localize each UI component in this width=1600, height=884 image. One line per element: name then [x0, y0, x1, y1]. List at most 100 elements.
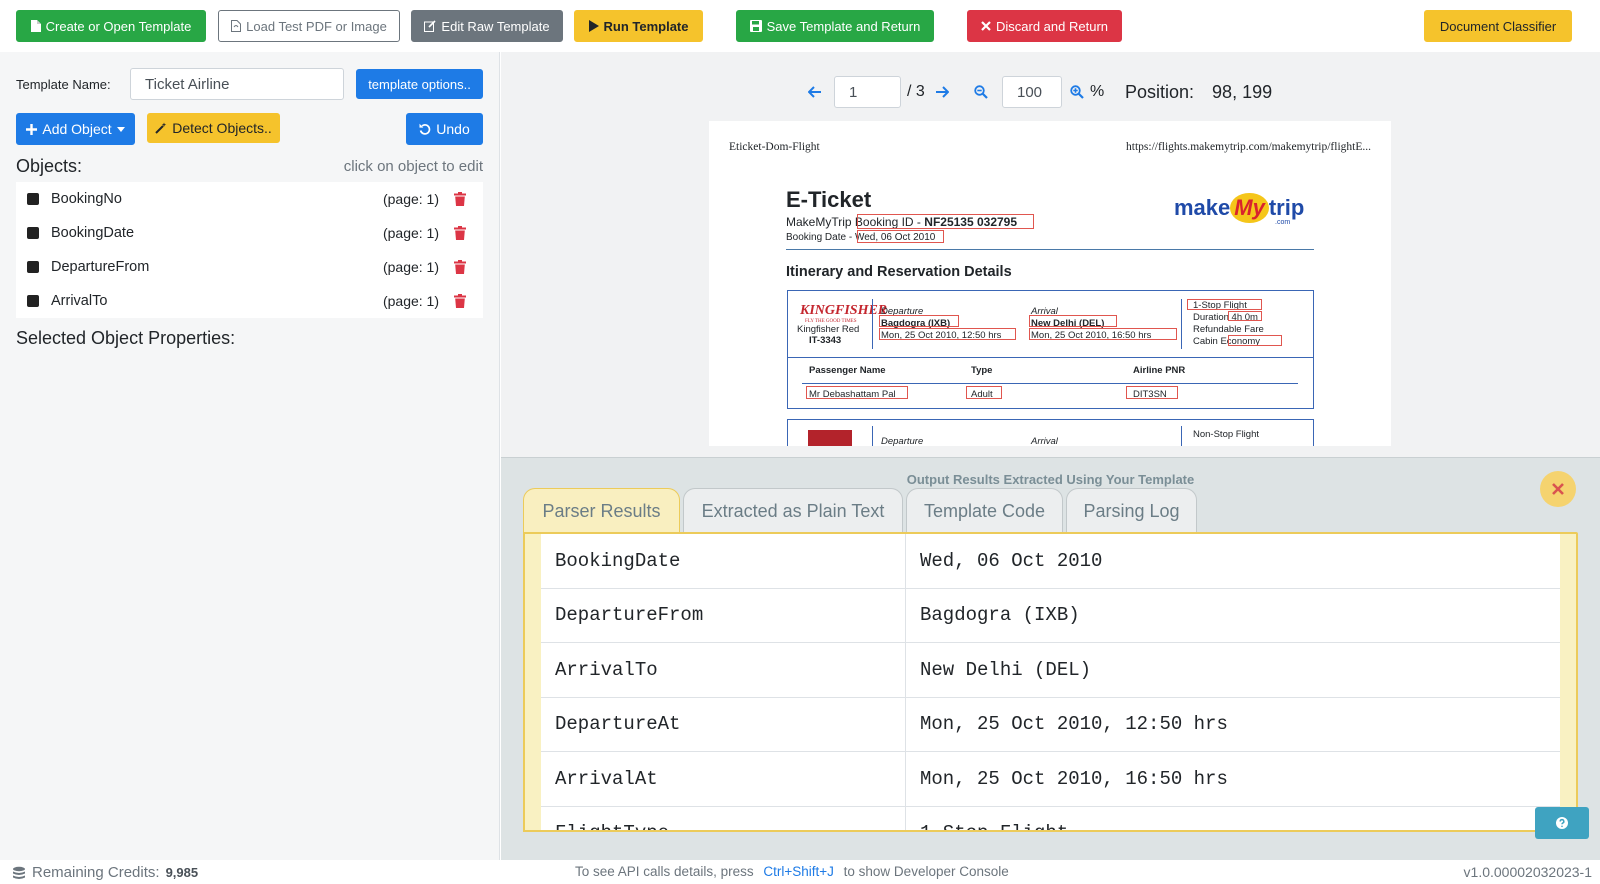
position-value: 98, 199	[1212, 81, 1273, 102]
detect-objects-label: Detect Objects..	[172, 120, 272, 136]
logo-make: make	[1174, 195, 1231, 220]
edit-raw-template-label: Edit Raw Template	[441, 18, 550, 34]
logo-my: My	[1230, 193, 1269, 223]
file-pdf-icon	[231, 20, 242, 32]
departure-from-selection-box[interactable]	[879, 315, 959, 327]
col-type: Type	[971, 365, 993, 376]
parser-results-body: BookingDate Wed, 06 Oct 2010 DepartureFr…	[523, 532, 1578, 832]
tab-template-code[interactable]: Template Code	[906, 488, 1063, 533]
booking-date-selection-box[interactable]	[857, 230, 944, 243]
run-template-button[interactable]: Run Template	[574, 10, 703, 42]
template-options-button[interactable]: template options..	[356, 69, 483, 99]
zoom-out-icon[interactable]	[974, 85, 992, 99]
api-shortcut: Ctrl+Shift+J	[763, 864, 834, 879]
results-panel: Output Results Extracted Using Your Temp…	[501, 457, 1600, 860]
load-test-pdf-label: Load Test PDF or Image	[246, 18, 387, 34]
tab-parser-results[interactable]: Parser Results	[523, 488, 680, 533]
save-template-return-button[interactable]: Save Template and Return	[736, 10, 934, 42]
arrow-left-icon[interactable]	[808, 86, 826, 98]
template-options-label: template options..	[368, 76, 471, 92]
create-open-template-button[interactable]: Create or Open Template	[16, 10, 206, 42]
zoom-input[interactable]: 100	[1002, 76, 1062, 108]
coins-icon	[13, 866, 25, 879]
color-swatch	[27, 193, 39, 205]
arrival-at-selection-box[interactable]	[1029, 328, 1177, 340]
trash-icon[interactable]	[449, 223, 471, 243]
duration-selection-box[interactable]	[1228, 311, 1262, 321]
pdf-header-right: https://flights.makemytrip.com/makemytri…	[1126, 141, 1371, 153]
col-passenger-name: Passenger Name	[809, 365, 886, 376]
object-page: (page: 1)	[382, 225, 439, 241]
left-panel: Template Name: Ticket Airline template o…	[0, 52, 500, 860]
flight-type-selection-box[interactable]	[1187, 299, 1262, 310]
add-object-button[interactable]: Add Object	[16, 113, 135, 145]
template-name-input[interactable]: Ticket Airline	[130, 68, 344, 100]
trash-icon[interactable]	[449, 291, 471, 311]
table-row: ArrivalTo New Delhi (DEL)	[541, 643, 1560, 698]
booking-date-label: Booking Date -	[786, 232, 853, 243]
object-row[interactable]: BookingNo (page: 1)	[16, 182, 483, 216]
airline-name: Kingfisher Red	[797, 324, 860, 335]
arrival-to-selection-box[interactable]	[1029, 315, 1117, 327]
zoom-in-icon[interactable]	[1070, 85, 1086, 99]
pnr-selection-box[interactable]	[1126, 386, 1178, 399]
caret-down-icon	[116, 126, 125, 132]
magic-wand-icon	[155, 122, 167, 134]
page-total: / 3	[907, 83, 925, 100]
airline-logo: KINGFISHER	[800, 303, 888, 318]
divider	[872, 299, 873, 349]
tab-label: Parsing Log	[1083, 500, 1180, 521]
run-template-label: Run Template	[603, 18, 689, 34]
object-row[interactable]: BookingDate (page: 1)	[16, 216, 483, 250]
object-row[interactable]: DepartureFrom (page: 1)	[16, 250, 483, 284]
booking-no-selection-box[interactable]	[857, 214, 1034, 229]
pdf-page[interactable]: Eticket-Dom-Flight https://flights.makem…	[709, 121, 1391, 446]
detect-objects-button[interactable]: Detect Objects..	[147, 113, 280, 143]
save-icon	[749, 20, 762, 32]
objects-heading: Objects:	[16, 156, 83, 176]
tab-extracted-plain-text[interactable]: Extracted as Plain Text	[683, 488, 903, 533]
object-row[interactable]: ArrivalTo (page: 1)	[16, 284, 483, 318]
page-number-input[interactable]: 1	[834, 76, 901, 108]
tab-parsing-log[interactable]: Parsing Log	[1066, 488, 1197, 533]
passenger-type-selection-box[interactable]	[966, 386, 1002, 399]
selected-properties-heading: Selected Object Properties:	[16, 328, 236, 348]
load-test-pdf-button[interactable]: Load Test PDF or Image	[218, 10, 400, 42]
table-row: FlightType 1-Stop Flight	[541, 806, 1560, 830]
object-page: (page: 1)	[382, 259, 439, 275]
result-value: New Delhi (DEL)	[920, 658, 1092, 681]
trash-icon[interactable]	[449, 257, 471, 277]
edit-raw-template-button[interactable]: Edit Raw Template	[411, 10, 563, 42]
object-name: DepartureFrom	[51, 259, 150, 275]
undo-icon	[419, 123, 431, 135]
flight-type-2: Non-Stop Flight	[1193, 429, 1260, 440]
objects-hint: click on object to edit	[343, 158, 483, 175]
passenger-name-selection-box[interactable]	[806, 386, 908, 399]
table-row: DepartureFrom Bagdogra (IXB)	[541, 588, 1560, 643]
logo-trip: trip	[1268, 195, 1305, 220]
cabin-selection-box[interactable]	[1228, 335, 1282, 346]
api-hint-pre: To see API calls details, press	[575, 864, 754, 879]
document-classifier-button[interactable]: Document Classifier	[1424, 10, 1572, 42]
undo-button[interactable]: Undo	[406, 113, 483, 145]
tab-label: Parser Results	[542, 500, 661, 521]
close-results-button[interactable]	[1540, 471, 1576, 507]
help-button[interactable]	[1535, 807, 1589, 839]
close-icon	[981, 21, 991, 31]
question-icon	[1556, 817, 1568, 829]
trash-icon[interactable]	[449, 189, 471, 209]
header-divider	[786, 249, 1314, 250]
page-navigation: 1 / 3	[808, 76, 953, 108]
object-page: (page: 1)	[382, 293, 439, 309]
discard-return-button[interactable]: Discard and Return	[967, 10, 1122, 42]
arrival-label-2: Arrival	[1031, 436, 1058, 446]
departure-at-selection-box[interactable]	[879, 328, 1016, 340]
page-number-value: 1	[849, 83, 858, 101]
api-hint: To see API calls details, press Ctrl+Shi…	[575, 864, 1009, 879]
col-airline-pnr: Airline PNR	[1133, 365, 1186, 376]
flight-box-2: Departure Arrival Non-Stop Flight	[787, 419, 1314, 446]
object-name: BookingNo	[51, 191, 122, 207]
table-row: ArrivalAt Mon, 25 Oct 2010, 16:50 hrs	[541, 752, 1560, 807]
arrow-right-icon[interactable]	[935, 86, 953, 98]
object-page: (page: 1)	[382, 191, 439, 207]
